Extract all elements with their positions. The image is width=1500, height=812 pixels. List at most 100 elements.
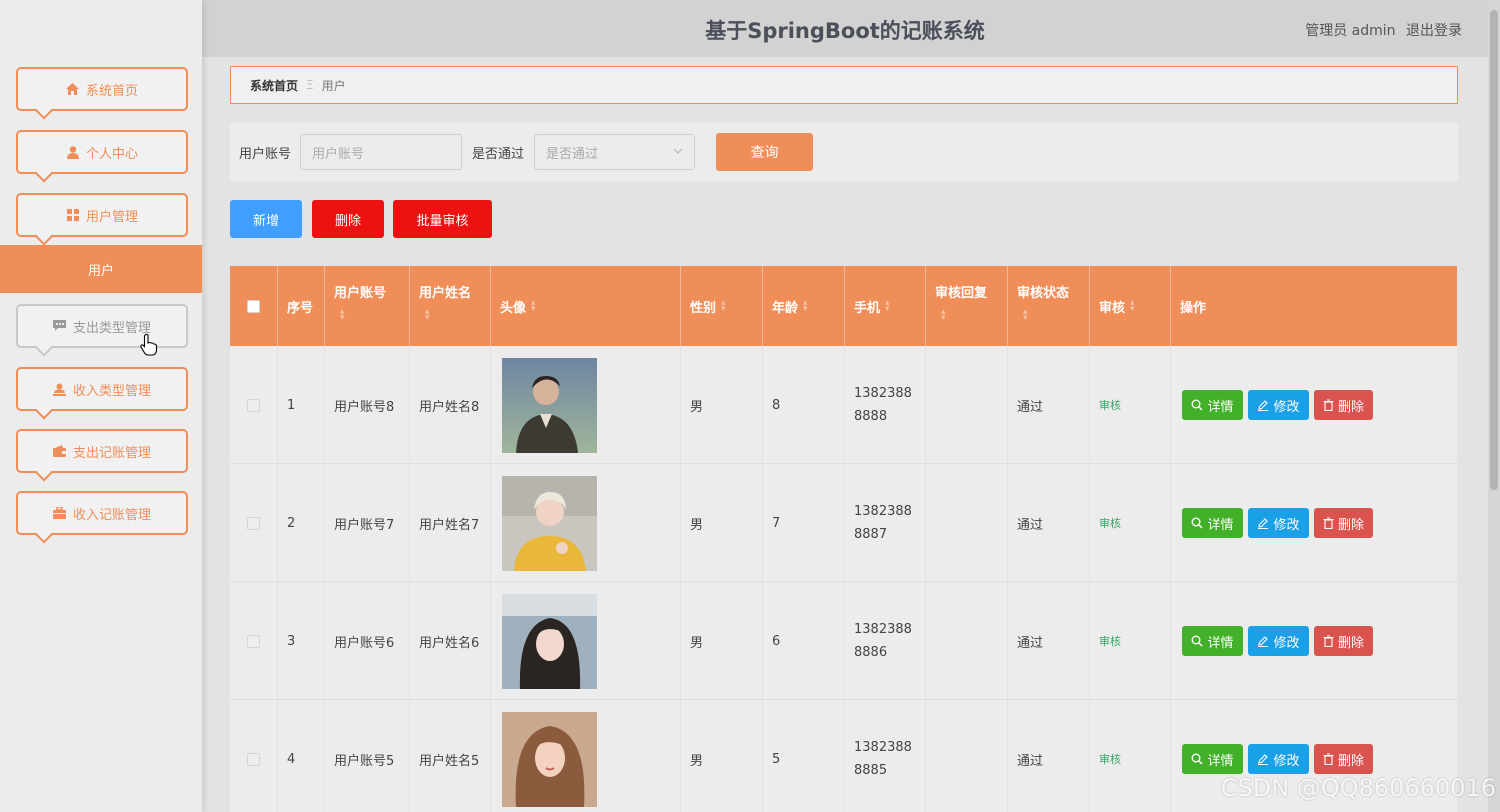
header-account[interactable]: 用户账号 ▴ ▾: [325, 266, 410, 346]
header-phone-label: 手机: [854, 300, 881, 316]
cell-avatar: [491, 464, 681, 582]
sort-icon[interactable]: ▴ ▾: [885, 299, 890, 314]
cell-name: 用户姓名6: [410, 582, 491, 700]
edit-button[interactable]: 修改: [1248, 744, 1309, 774]
header-phone[interactable]: 手机 ▴ ▾: [845, 266, 926, 346]
comment-icon: [53, 319, 67, 333]
sidebar-item-label: 收入类型管理: [72, 383, 151, 399]
delete-button[interactable]: 删除: [312, 200, 384, 238]
cell-status: 通过: [1008, 700, 1090, 812]
row-checkbox[interactable]: [247, 752, 260, 766]
header-audit[interactable]: 审核 ▴ ▾: [1090, 266, 1171, 346]
pencil-icon: [1258, 754, 1269, 765]
sidebar-item-profile[interactable]: 个人中心: [16, 130, 188, 183]
cell-age: 5: [763, 700, 845, 812]
sidebar-item-home[interactable]: 系统首页: [16, 67, 188, 120]
sidebar-item-expense-records[interactable]: 支出记账管理: [16, 429, 188, 482]
detail-label: 详情: [1207, 399, 1234, 415]
header-status[interactable]: 审核状态 ▴ ▾: [1008, 266, 1090, 346]
detail-label: 详情: [1207, 517, 1234, 533]
cell-status: 通过: [1008, 582, 1090, 700]
sort-icon[interactable]: ▴ ▾: [1023, 308, 1028, 323]
sort-icon[interactable]: ▴ ▾: [1130, 299, 1135, 314]
row-checkbox[interactable]: [247, 634, 260, 648]
audit-link[interactable]: 审核: [1099, 397, 1121, 413]
cell-account: 用户账号7: [325, 464, 410, 582]
edit-button[interactable]: 修改: [1248, 390, 1309, 420]
sidebar-item-label: 用户管理: [85, 209, 138, 225]
header-avatar[interactable]: 头像 ▴ ▾: [491, 266, 681, 346]
approved-label: 是否通过: [472, 146, 525, 162]
breadcrumb: 系统首页 Ξ 用户: [230, 66, 1458, 104]
detail-button[interactable]: 详情: [1182, 508, 1243, 538]
header-avatar-label: 头像: [500, 300, 527, 316]
sort-icon[interactable]: ▴ ▾: [941, 308, 946, 323]
row-delete-button[interactable]: 删除: [1314, 508, 1373, 538]
sidebar-item-label: 支出类型管理: [72, 320, 151, 336]
sidebar-subitem-user[interactable]: 用户: [0, 245, 202, 293]
sidebar-item-users[interactable]: 用户管理: [16, 193, 188, 246]
cell-index: 3: [278, 582, 325, 700]
cell-audit: 审核: [1090, 582, 1171, 700]
phone-line-2: 8888: [854, 409, 888, 424]
row-delete-button[interactable]: 删除: [1314, 744, 1373, 774]
logout-link[interactable]: 退出登录: [1406, 23, 1462, 39]
header-name-label: 用户姓名: [419, 286, 472, 301]
select-all-checkbox[interactable]: [247, 299, 260, 313]
detail-label: 详情: [1207, 753, 1234, 769]
delete-label: 删除: [1337, 635, 1364, 651]
batch-audit-button[interactable]: 批量审核: [393, 200, 492, 238]
search-icon: [1191, 753, 1204, 765]
row-select-cell: [230, 700, 278, 812]
add-button[interactable]: 新增: [230, 200, 302, 238]
account-label: 用户账号: [239, 146, 292, 162]
sort-icon[interactable]: ▴ ▾: [531, 299, 536, 314]
page-scrollbar[interactable]: [1488, 0, 1500, 812]
detail-button[interactable]: 详情: [1182, 744, 1243, 774]
table-row: 1 用户账号8 用户姓名8 男 8 1382388 8888 通过 审核 详情 修…: [230, 346, 1457, 464]
cell-account: 用户账号6: [325, 582, 410, 700]
detail-button[interactable]: 详情: [1182, 390, 1243, 420]
sort-icon[interactable]: ▴ ▾: [721, 299, 726, 314]
header-name[interactable]: 用户姓名 ▴ ▾: [410, 266, 491, 346]
row-delete-button[interactable]: 删除: [1314, 390, 1373, 420]
table-row: 3 用户账号6 用户姓名6 男 6 1382388 8886 通过 审核 详情 修…: [230, 582, 1457, 700]
header-age[interactable]: 年龄 ▴ ▾: [763, 266, 845, 346]
audit-link[interactable]: 审核: [1099, 515, 1121, 531]
chevron-down-icon: [673, 148, 683, 154]
pencil-icon: [1258, 400, 1269, 411]
sort-icon[interactable]: ▴ ▾: [425, 308, 430, 323]
audit-link[interactable]: 审核: [1099, 633, 1121, 649]
scrollbar-thumb[interactable]: [1490, 10, 1498, 490]
search-icon: [1191, 635, 1204, 647]
edit-button[interactable]: 修改: [1248, 626, 1309, 656]
query-button[interactable]: 查询: [716, 133, 813, 171]
sort-icon[interactable]: ▴ ▾: [803, 299, 808, 314]
approved-placeholder: 是否通过: [546, 146, 599, 162]
edit-button[interactable]: 修改: [1248, 508, 1309, 538]
delete-label: 删除: [1337, 753, 1364, 769]
account-search-input[interactable]: 用户账号: [300, 134, 463, 170]
breadcrumb-home[interactable]: 系统首页: [250, 77, 298, 94]
header-reply[interactable]: 审核回复 ▴ ▾: [926, 266, 1008, 346]
detail-button[interactable]: 详情: [1182, 626, 1243, 656]
row-checkbox[interactable]: [247, 398, 260, 412]
sidebar-item-income-records[interactable]: 收入记账管理: [16, 491, 188, 544]
sidebar-item-income-types[interactable]: 收入类型管理: [16, 367, 188, 420]
cell-reply: [926, 346, 1008, 464]
edit-label: 修改: [1273, 753, 1300, 769]
user-table: 序号 用户账号 ▴ ▾ 用户姓名 ▴ ▾ 头像 ▴ ▾ 性别 ▴ ▾ 年龄 ▴ ▾ 手机 ▴ ▾ 审核回…: [230, 266, 1457, 812]
header-status-label: 审核状态: [1017, 286, 1070, 301]
cell-avatar: [491, 700, 681, 812]
header-index: 序号: [278, 266, 325, 346]
approved-select[interactable]: 是否通过: [534, 134, 696, 170]
sort-icon[interactable]: ▴ ▾: [340, 308, 345, 323]
phone-line-1: 1382388: [854, 504, 912, 519]
cell-ops: 详情 修改 删除: [1171, 464, 1457, 582]
row-delete-button[interactable]: 删除: [1314, 626, 1373, 656]
row-checkbox[interactable]: [247, 516, 260, 530]
header-gender[interactable]: 性别 ▴ ▾: [681, 266, 763, 346]
sidebar-item-expense-types[interactable]: 支出类型管理: [16, 304, 188, 357]
cell-phone: 1382388 8888: [845, 346, 926, 464]
audit-link[interactable]: 审核: [1099, 751, 1121, 767]
